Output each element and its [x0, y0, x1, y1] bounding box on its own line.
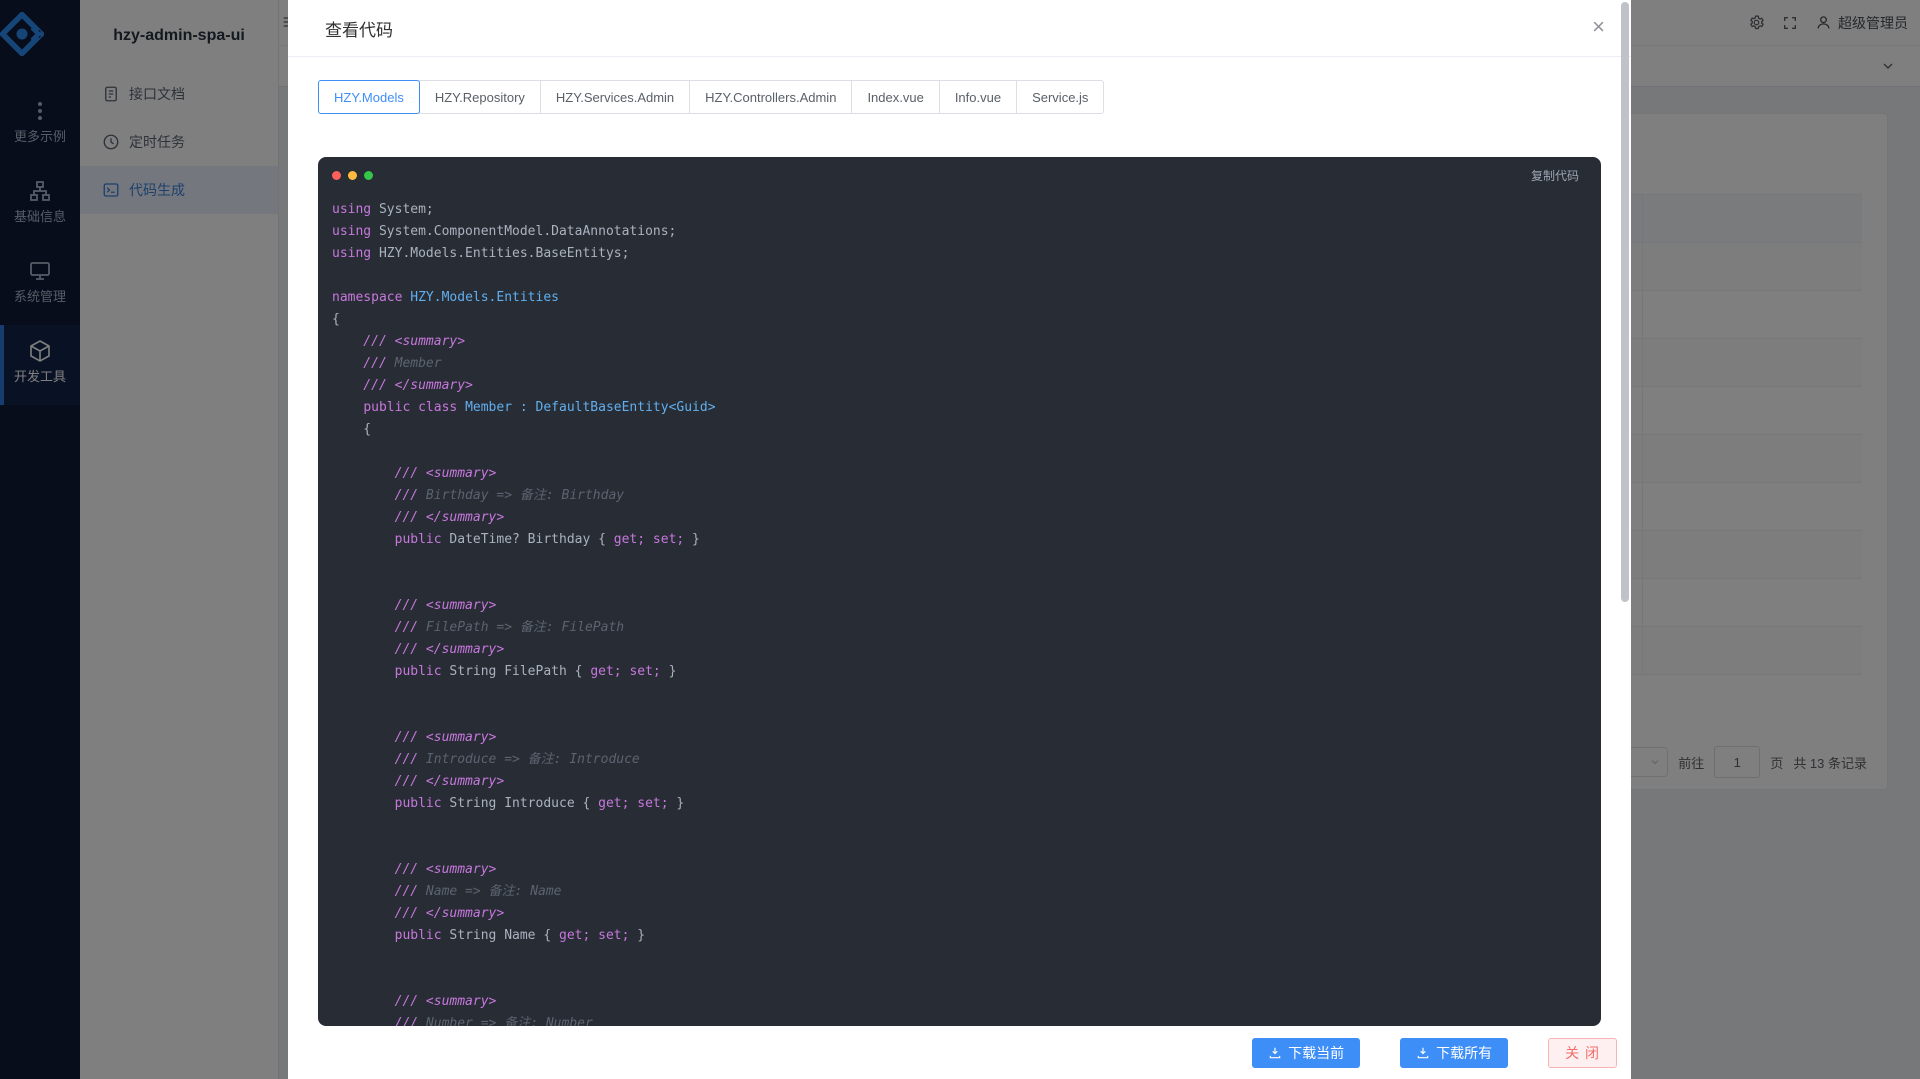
download-icon [1416, 1046, 1430, 1060]
dialog-header: 查看代码 × [288, 0, 1631, 57]
code-line [332, 265, 1601, 287]
dialog-body: HZY.ModelsHZY.RepositoryHZY.Services.Adm… [288, 57, 1631, 1026]
view-code-dialog: 查看代码 × HZY.ModelsHZY.RepositoryHZY.Servi… [288, 0, 1631, 1079]
copy-code-button[interactable]: 复制代码 [1525, 166, 1585, 185]
code-line [332, 947, 1601, 969]
code-line: /// Introduce => 备注: Introduce [332, 749, 1601, 771]
tab-HZY.Repository[interactable]: HZY.Repository [419, 80, 541, 114]
code-line: /// <summary> [332, 727, 1601, 749]
code-line [332, 683, 1601, 705]
tab-HZY.Models[interactable]: HZY.Models [318, 80, 420, 114]
code-line: using HZY.Models.Entities.BaseEntitys; [332, 243, 1601, 265]
code-line: /// </summary> [332, 639, 1601, 661]
code-line: /// Name => 备注: Name [332, 881, 1601, 903]
code-line [332, 441, 1601, 463]
tab-Info.vue[interactable]: Info.vue [939, 80, 1017, 114]
dialog-title: 查看代码 [325, 16, 393, 41]
dialog-footer: 下载当前 下载所有 关 闭 [288, 1026, 1631, 1079]
code-line: /// <summary> [332, 463, 1601, 485]
code-line: using System.ComponentModel.DataAnnotati… [332, 221, 1601, 243]
code-line: public DateTime? Birthday { get; set; } [332, 529, 1601, 551]
red-dot-icon [332, 171, 341, 180]
code-line: public String Introduce { get; set; } [332, 793, 1601, 815]
code-line: public String Name { get; set; } [332, 925, 1601, 947]
code-content[interactable]: using System;using System.ComponentModel… [318, 199, 1601, 1026]
code-line [332, 573, 1601, 595]
application-root: 更多示例 基础信息 系统管理 开发工具 hzy-admin-spa-ui [0, 0, 1920, 1079]
download-current-button[interactable]: 下载当前 [1252, 1038, 1360, 1068]
code-line: /// </summary> [332, 375, 1601, 397]
code-line [332, 837, 1601, 859]
code-tabs: HZY.ModelsHZY.RepositoryHZY.Services.Adm… [318, 80, 1601, 114]
code-line: /// <summary> [332, 595, 1601, 617]
code-line: public String FilePath { get; set; } [332, 661, 1601, 683]
green-dot-icon [364, 171, 373, 180]
download-all-button[interactable]: 下载所有 [1400, 1038, 1508, 1068]
code-line: /// <summary> [332, 991, 1601, 1013]
code-line: /// <summary> [332, 331, 1601, 353]
tab-HZY.Services.Admin[interactable]: HZY.Services.Admin [540, 80, 690, 114]
code-window-header: 复制代码 [318, 157, 1601, 193]
code-line [332, 969, 1601, 991]
code-line: /// FilePath => 备注: FilePath [332, 617, 1601, 639]
code-line: namespace HZY.Models.Entities [332, 287, 1601, 309]
traffic-lights-icon [332, 171, 373, 180]
close-icon[interactable]: × [1586, 14, 1611, 40]
tab-Index.vue[interactable]: Index.vue [851, 80, 939, 114]
tab-HZY.Controllers.Admin[interactable]: HZY.Controllers.Admin [689, 80, 852, 114]
code-line: public class Member : DefaultBaseEntity<… [332, 397, 1601, 419]
code-line: /// <summary> [332, 859, 1601, 881]
download-current-label: 下载当前 [1288, 1043, 1344, 1063]
code-window: 复制代码 using System;using System.Component… [318, 157, 1601, 1026]
code-line: { [332, 419, 1601, 441]
code-line: /// </summary> [332, 771, 1601, 793]
code-line: /// </summary> [332, 507, 1601, 529]
download-icon [1268, 1046, 1282, 1060]
dialog-scrollbar-thumb[interactable] [1621, 2, 1629, 602]
code-line: /// Member [332, 353, 1601, 375]
close-button[interactable]: 关 闭 [1548, 1038, 1617, 1068]
code-line: /// Number => 备注: Number [332, 1013, 1601, 1026]
code-line [332, 705, 1601, 727]
code-line [332, 551, 1601, 573]
code-line: using System; [332, 199, 1601, 221]
code-line: /// Birthday => 备注: Birthday [332, 485, 1601, 507]
yellow-dot-icon [348, 171, 357, 180]
code-line: { [332, 309, 1601, 331]
tab-Service.js[interactable]: Service.js [1016, 80, 1104, 114]
download-all-label: 下载所有 [1436, 1043, 1492, 1063]
code-line [332, 815, 1601, 837]
code-line: /// </summary> [332, 903, 1601, 925]
